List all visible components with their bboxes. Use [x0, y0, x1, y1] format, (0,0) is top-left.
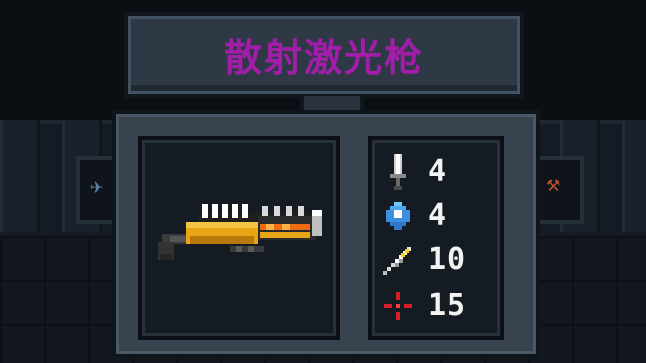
- crosshair-icon: [382, 288, 414, 324]
- stat-value-damage: 4: [428, 154, 448, 189]
- item-name: 散射激光枪: [223, 35, 424, 80]
- game-scene: ✈ ⚒ 散射激光枪 4 4 10 15: [0, 0, 646, 363]
- pedestal-weapon-icon: ⚒: [546, 176, 561, 195]
- wall-pillar: [622, 120, 646, 232]
- weapon-preview-frame: [138, 136, 340, 340]
- sword-icon: [382, 154, 414, 190]
- stat-row-energy: 4: [382, 196, 447, 236]
- item-name-banner: 散射激光枪: [124, 12, 524, 98]
- wall-pillar: [0, 120, 40, 232]
- weapon-info-panel: 4 4 10 15: [112, 110, 540, 358]
- stat-row-critical: 10: [382, 240, 466, 280]
- stat-value-energy: 4: [428, 198, 448, 233]
- scatter-laser-gun-icon: [158, 204, 322, 260]
- stat-value-critical: 10: [428, 242, 467, 277]
- crit-feather-icon: [382, 242, 414, 278]
- weapon-stats-frame: 4 4 10 15: [368, 136, 504, 340]
- pedestal-weapon-icon: ✈: [90, 178, 104, 197]
- stat-row-damage: 4: [382, 152, 447, 192]
- stat-value-spread: 15: [428, 288, 467, 323]
- stat-row-spread: 15: [382, 286, 466, 326]
- energy-crystal-icon: [382, 198, 414, 234]
- banner-connector: [300, 96, 364, 110]
